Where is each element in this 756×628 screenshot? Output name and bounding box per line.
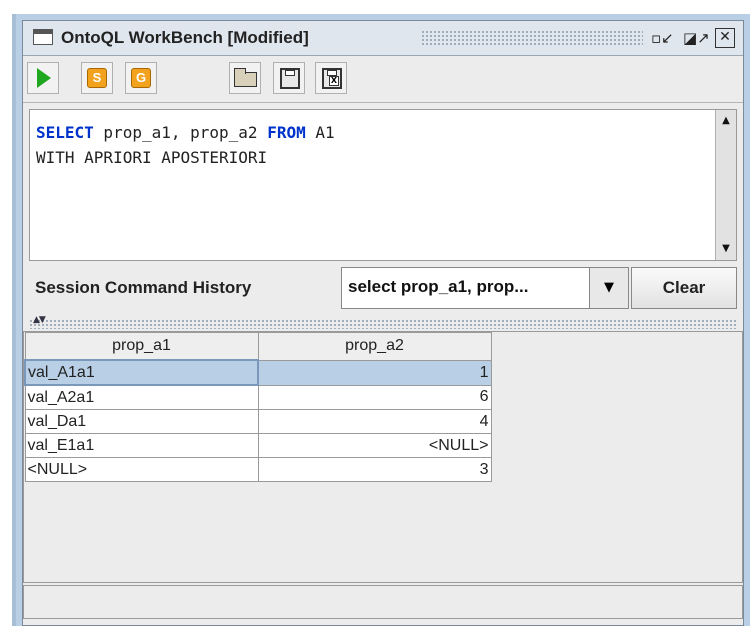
table-row[interactable]: val_E1a1 <NULL>	[24, 433, 492, 458]
chevron-down-icon[interactable]: ▼	[589, 268, 628, 308]
minimize-icon[interactable]: ▫↙	[651, 28, 674, 48]
scroll-up-icon[interactable]: ▲	[719, 114, 733, 128]
table-cell[interactable]: <NULL>	[24, 457, 259, 482]
window-title: OntoQL WorkBench [Modified]	[61, 28, 309, 47]
s-badge-icon: S	[87, 68, 107, 88]
save-disk-icon	[280, 68, 300, 89]
save-button[interactable]	[273, 62, 305, 94]
window-frame: OntoQL WorkBench [Modified] ▫↙ ◪↗ ✕ S G	[12, 14, 750, 626]
title-grip	[421, 30, 643, 46]
title-bar[interactable]: OntoQL WorkBench [Modified] ▫↙ ◪↗ ✕	[23, 21, 743, 56]
history-selected: select prop_a1, prop...	[348, 277, 529, 296]
code-columns: prop_a1, prop_a2	[93, 123, 268, 142]
table-cell[interactable]: 3	[257, 457, 492, 482]
table-row[interactable]: val_A1a1 1	[24, 359, 492, 386]
g-button[interactable]: G	[125, 62, 157, 94]
close-icon[interactable]: ✕	[715, 28, 735, 48]
export-button[interactable]: X	[315, 62, 347, 94]
table-row[interactable]: val_A2a1 6	[24, 384, 492, 410]
maximize-icon[interactable]: ◪↗	[683, 28, 710, 48]
folder-open-icon	[234, 68, 257, 87]
results-panel: prop_a1 prop_a2 val_A1a1 1 val_A2a1 6 va…	[23, 331, 743, 583]
table-header-row: prop_a1 prop_a2	[24, 332, 492, 361]
table-cell[interactable]: val_A2a1	[24, 384, 259, 410]
open-button[interactable]	[229, 62, 261, 94]
results-table: prop_a1 prop_a2 val_A1a1 1 val_A2a1 6 va…	[24, 332, 492, 482]
export-disk-icon: X	[322, 68, 342, 89]
editor-scrollbar[interactable]: ▲ ▼	[715, 110, 736, 260]
clear-button[interactable]: Clear	[631, 267, 737, 309]
table-cell[interactable]: 4	[257, 409, 492, 434]
export-badge: X	[328, 76, 339, 86]
table-cell[interactable]: val_E1a1	[24, 433, 259, 458]
split-divider[interactable]: ▲▼	[29, 315, 737, 329]
internal-frame: OntoQL WorkBench [Modified] ▫↙ ◪↗ ✕ S G	[22, 20, 744, 626]
query-text[interactable]: SELECT prop_a1, prop_a2 FROM A1 WITH APR…	[36, 120, 335, 170]
split-arrows-icon[interactable]: ▲▼	[33, 315, 46, 325]
s-button[interactable]: S	[81, 62, 113, 94]
table-cell[interactable]: val_Da1	[24, 409, 259, 434]
scroll-down-icon[interactable]: ▼	[719, 242, 733, 256]
toolbar: S G X	[23, 56, 743, 103]
status-bar	[23, 585, 743, 619]
history-dropdown[interactable]: select prop_a1, prop... ▼	[341, 267, 629, 309]
run-button[interactable]	[27, 62, 59, 94]
table-cell[interactable]: <NULL>	[257, 433, 492, 458]
keyword-from: FROM	[267, 123, 306, 142]
table-cell[interactable]: 6	[257, 384, 492, 410]
play-icon	[37, 68, 51, 88]
history-label: Session Command History	[35, 278, 252, 297]
table-row[interactable]: <NULL> 3	[24, 457, 492, 482]
table-cell[interactable]: val_A1a1	[24, 359, 259, 386]
g-badge-icon: G	[131, 68, 151, 88]
column-header[interactable]: prop_a1	[24, 332, 259, 361]
code-line-2: WITH APRIORI APOSTERIORI	[36, 148, 268, 167]
table-cell[interactable]: 1	[257, 359, 492, 386]
table-row[interactable]: val_Da1 4	[24, 409, 492, 434]
code-table: A1	[305, 123, 335, 142]
window-icon	[33, 29, 53, 45]
column-header[interactable]: prop_a2	[257, 332, 492, 361]
query-editor[interactable]: SELECT prop_a1, prop_a2 FROM A1 WITH APR…	[29, 109, 737, 261]
code-line-1: SELECT prop_a1, prop_a2 FROM A1	[36, 123, 335, 142]
keyword-select: SELECT	[36, 123, 94, 142]
